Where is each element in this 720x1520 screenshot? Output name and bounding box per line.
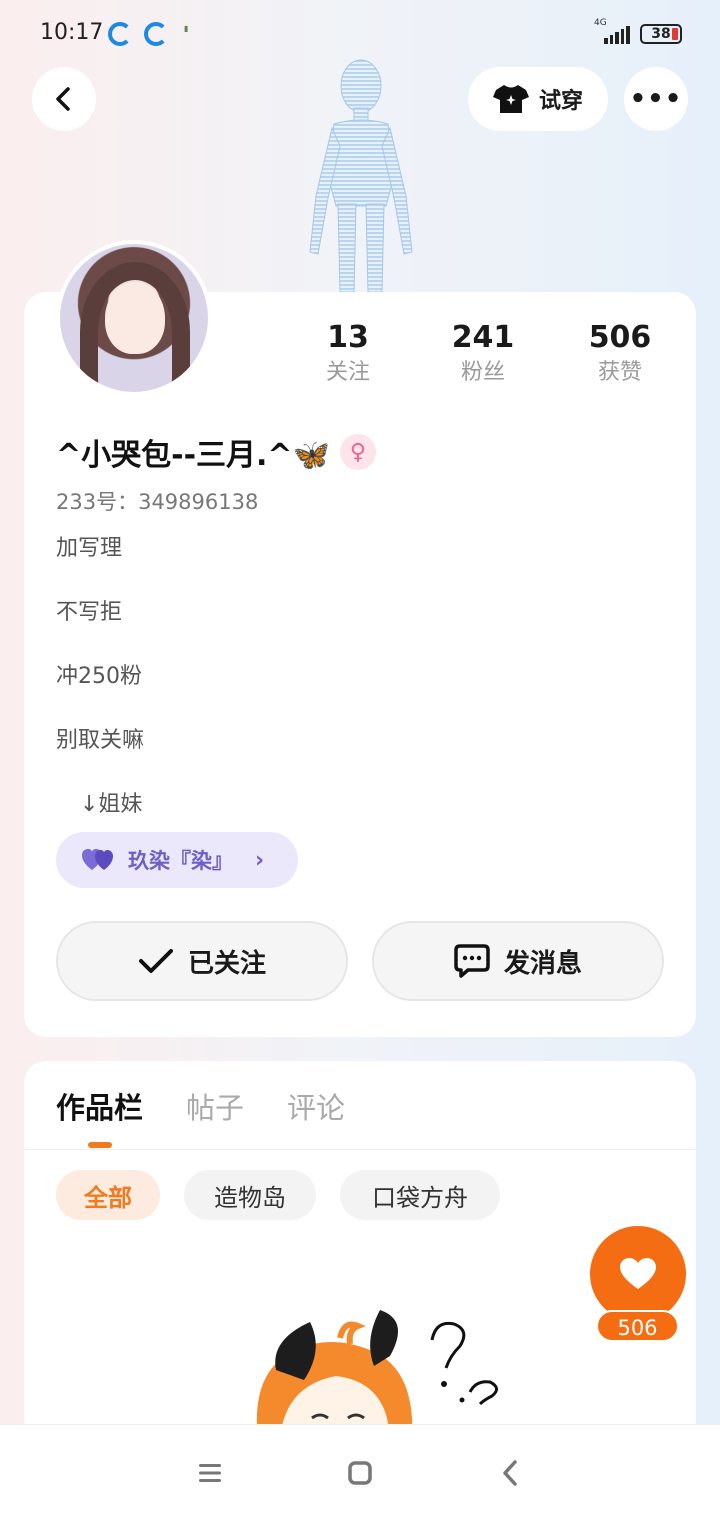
system-nav-bar bbox=[0, 1424, 720, 1520]
bio-line: ↓姐妹 bbox=[80, 792, 143, 817]
bio-line: 别取关嘛 bbox=[56, 728, 145, 753]
tab-comments[interactable]: 评论 bbox=[287, 1085, 345, 1127]
stat-likes-count: 506 bbox=[588, 320, 652, 355]
status-bar: 10:17 ▮ 4G 38 bbox=[0, 0, 720, 64]
battery-indicator: 38 bbox=[640, 24, 682, 44]
like-count-badge: 506 bbox=[596, 1310, 679, 1342]
user-id[interactable]: 233号：349896138 bbox=[56, 486, 258, 516]
tab-active-indicator bbox=[88, 1142, 112, 1148]
stat-followers-label: 粉丝 bbox=[460, 360, 505, 385]
bio-line: 不写拒 bbox=[56, 600, 123, 625]
app-notification-icon bbox=[144, 22, 168, 46]
fan-group-tag[interactable]: 玖染『染』 › bbox=[56, 832, 298, 888]
tab-posts[interactable]: 帖子 bbox=[186, 1085, 244, 1127]
send-message-label: 发消息 bbox=[503, 948, 582, 979]
fan-group-label: 玖染『染』 bbox=[128, 849, 233, 873]
try-on-label: 试穿 bbox=[538, 89, 583, 114]
more-icon: ••• bbox=[629, 84, 683, 114]
stat-following-label: 关注 bbox=[325, 360, 370, 385]
female-gender-icon: ♀ bbox=[339, 434, 376, 470]
username-row: ^小哭包--三月.^🦋 ♀ bbox=[56, 430, 376, 474]
back-button[interactable] bbox=[32, 67, 96, 131]
home-icon[interactable] bbox=[340, 1457, 380, 1489]
avatar-face-shape bbox=[105, 282, 165, 354]
chevron-left-icon bbox=[56, 87, 70, 111]
checkmark-icon bbox=[138, 949, 173, 973]
tab-works[interactable]: 作品栏 bbox=[56, 1085, 143, 1127]
filter-all[interactable]: 全部 bbox=[56, 1170, 160, 1220]
tshirt-icon bbox=[492, 85, 529, 113]
bio-line: 冲250粉 bbox=[56, 664, 142, 689]
username: ^小哭包--三月.^🦋 bbox=[56, 438, 330, 473]
followed-label: 已关注 bbox=[187, 948, 266, 979]
tab-divider bbox=[24, 1149, 696, 1150]
stat-following-count: 13 bbox=[327, 320, 369, 355]
chevron-right-icon: › bbox=[255, 847, 265, 873]
app-notification-icon bbox=[108, 22, 132, 46]
stat-following[interactable]: 13 关注 bbox=[298, 320, 398, 390]
stat-followers[interactable]: 241 粉丝 bbox=[433, 320, 533, 390]
double-heart-icon bbox=[82, 849, 113, 870]
empty-state-illustration bbox=[256, 1310, 498, 1440]
filter-pocket-ark[interactable]: 口袋方舟 bbox=[340, 1170, 500, 1220]
status-time: 10:17 bbox=[40, 20, 104, 45]
signal-icon bbox=[604, 26, 630, 44]
try-on-button[interactable]: 试穿 bbox=[468, 67, 608, 131]
menu-icon[interactable] bbox=[190, 1457, 230, 1489]
app-notification-icon: ▮ bbox=[184, 24, 189, 33]
followed-button[interactable]: 已关注 bbox=[56, 921, 348, 1001]
heart-icon bbox=[620, 1258, 656, 1289]
stat-likes-label: 获赞 bbox=[597, 360, 642, 385]
back-nav-icon[interactable] bbox=[490, 1457, 530, 1489]
avatar[interactable] bbox=[56, 240, 212, 396]
filter-creation-island[interactable]: 造物岛 bbox=[184, 1170, 316, 1220]
more-options-button[interactable]: ••• bbox=[624, 67, 688, 131]
like-button[interactable] bbox=[590, 1226, 686, 1322]
send-message-button[interactable]: 发消息 bbox=[372, 921, 664, 1001]
bio-line: 加写理 bbox=[56, 536, 123, 561]
stat-likes[interactable]: 506 获赞 bbox=[570, 320, 670, 390]
chat-bubble-icon bbox=[454, 944, 490, 978]
stat-followers-count: 241 bbox=[451, 320, 515, 355]
avatar-figure-3d[interactable] bbox=[296, 56, 426, 292]
